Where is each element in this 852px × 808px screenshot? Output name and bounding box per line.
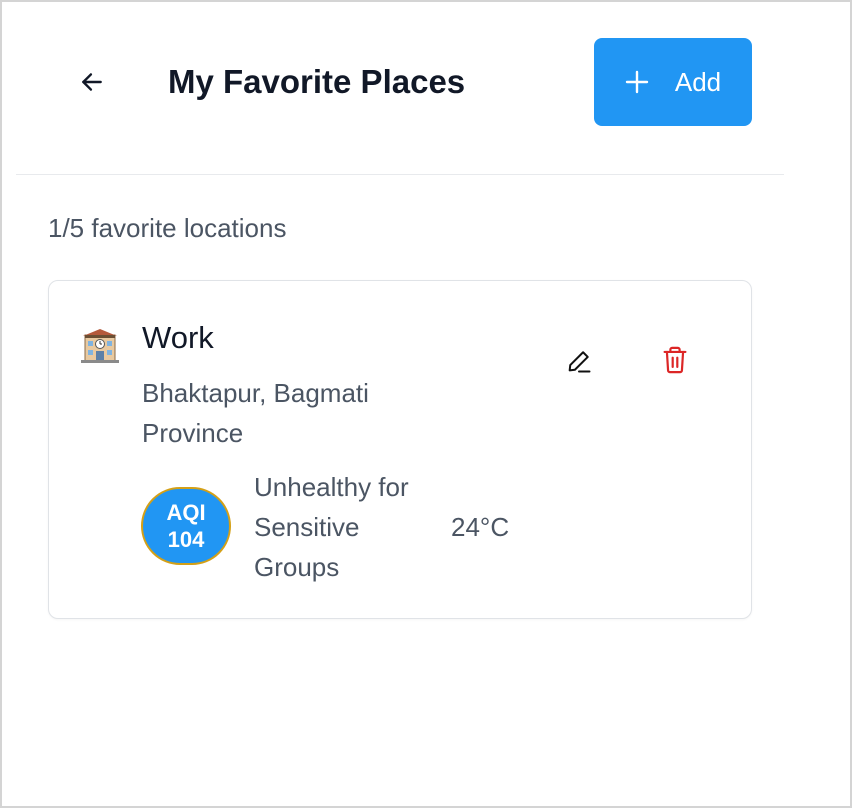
page-title: My Favorite Places: [168, 63, 466, 100]
place-name: Work: [142, 320, 214, 355]
plus-icon: [625, 70, 649, 94]
app-window: My Favorite Places Add 1/5 favorite loca…: [0, 0, 852, 808]
trash-icon: [663, 346, 687, 374]
edit-place-button[interactable]: [559, 341, 599, 381]
add-place-button[interactable]: Add: [594, 38, 752, 126]
back-button[interactable]: [74, 62, 110, 102]
place-address: Bhaktapur, Bagmati Province: [142, 378, 369, 448]
pencil-icon: [568, 351, 591, 373]
delete-place-button[interactable]: [655, 340, 695, 380]
aqi-status: Unhealthy for Sensitive Groups: [254, 472, 409, 582]
arrow-left-icon: [82, 73, 102, 91]
place-card[interactable]: Work Bhaktapur, Bagmati Province AQI 104…: [48, 280, 752, 619]
aqi-label: AQI: [166, 500, 206, 525]
favorites-count: 1/5 favorite locations: [48, 213, 287, 243]
temperature: 24°C: [451, 512, 510, 542]
aqi-value: 104: [167, 527, 205, 552]
aqi-badge: AQI 104: [141, 487, 231, 565]
building-icon: [81, 327, 119, 363]
page-header: My Favorite Places Add: [16, 2, 784, 175]
add-button-label: Add: [674, 67, 722, 97]
